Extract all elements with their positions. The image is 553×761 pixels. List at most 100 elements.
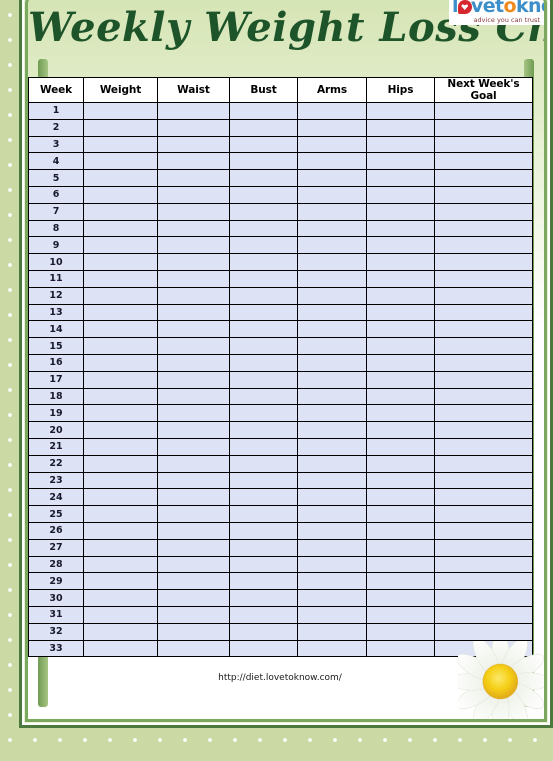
entry-cell-hips[interactable] (366, 538, 435, 557)
entry-cell-waist[interactable] (157, 521, 230, 540)
entry-cell-waist[interactable] (157, 152, 230, 171)
entry-cell-arms[interactable] (297, 135, 367, 154)
entry-cell-waist[interactable] (157, 303, 230, 322)
entry-cell-waist[interactable] (157, 589, 230, 607)
entry-cell-hips[interactable] (366, 219, 435, 238)
entry-cell-weight[interactable] (83, 421, 158, 439)
entry-cell-arms[interactable] (297, 118, 367, 137)
entry-cell-hips[interactable] (366, 202, 435, 221)
entry-cell-weight[interactable] (83, 572, 158, 591)
entry-cell-arms[interactable] (297, 555, 367, 574)
entry-cell-next-week-s-goal[interactable] (434, 253, 533, 271)
entry-cell-weight[interactable] (83, 236, 158, 255)
entry-cell-bust[interactable] (229, 202, 298, 221)
entry-cell-next-week-s-goal[interactable] (434, 169, 533, 187)
entry-cell-arms[interactable] (297, 454, 367, 473)
entry-cell-next-week-s-goal[interactable] (434, 236, 533, 255)
entry-cell-hips[interactable] (366, 303, 435, 322)
entry-cell-next-week-s-goal[interactable] (434, 622, 533, 641)
entry-cell-arms[interactable] (297, 605, 367, 624)
entry-cell-weight[interactable] (83, 387, 158, 406)
entry-cell-bust[interactable] (229, 471, 298, 490)
entry-cell-hips[interactable] (366, 236, 435, 255)
entry-cell-next-week-s-goal[interactable] (434, 370, 533, 389)
entry-cell-arms[interactable] (297, 219, 367, 238)
entry-cell-arms[interactable] (297, 303, 367, 322)
entry-cell-bust[interactable] (229, 589, 298, 607)
entry-cell-hips[interactable] (366, 555, 435, 574)
entry-cell-hips[interactable] (366, 185, 435, 204)
entry-cell-hips[interactable] (366, 404, 435, 423)
entry-cell-weight[interactable] (83, 169, 158, 187)
entry-cell-bust[interactable] (229, 454, 298, 473)
entry-cell-bust[interactable] (229, 135, 298, 154)
entry-cell-arms[interactable] (297, 437, 367, 456)
entry-cell-waist[interactable] (157, 135, 230, 154)
entry-cell-next-week-s-goal[interactable] (434, 387, 533, 406)
entry-cell-hips[interactable] (366, 169, 435, 187)
entry-cell-hips[interactable] (366, 521, 435, 540)
entry-cell-next-week-s-goal[interactable] (434, 589, 533, 607)
entry-cell-hips[interactable] (366, 102, 435, 120)
entry-cell-hips[interactable] (366, 639, 435, 658)
entry-cell-hips[interactable] (366, 337, 435, 355)
entry-cell-waist[interactable] (157, 471, 230, 490)
entry-cell-waist[interactable] (157, 605, 230, 624)
entry-cell-arms[interactable] (297, 589, 367, 607)
entry-cell-hips[interactable] (366, 353, 435, 372)
entry-cell-bust[interactable] (229, 102, 298, 120)
entry-cell-hips[interactable] (366, 387, 435, 406)
entry-cell-arms[interactable] (297, 286, 367, 305)
entry-cell-hips[interactable] (366, 505, 435, 523)
entry-cell-weight[interactable] (83, 286, 158, 305)
entry-cell-next-week-s-goal[interactable] (434, 437, 533, 456)
entry-cell-waist[interactable] (157, 286, 230, 305)
entry-cell-next-week-s-goal[interactable] (434, 337, 533, 355)
entry-cell-next-week-s-goal[interactable] (434, 538, 533, 557)
entry-cell-hips[interactable] (366, 454, 435, 473)
entry-cell-waist[interactable] (157, 236, 230, 255)
entry-cell-bust[interactable] (229, 253, 298, 271)
entry-cell-waist[interactable] (157, 169, 230, 187)
entry-cell-hips[interactable] (366, 253, 435, 271)
entry-cell-bust[interactable] (229, 572, 298, 591)
entry-cell-waist[interactable] (157, 421, 230, 439)
entry-cell-next-week-s-goal[interactable] (434, 118, 533, 137)
entry-cell-waist[interactable] (157, 102, 230, 120)
entry-cell-waist[interactable] (157, 353, 230, 372)
lovetoknow-logo[interactable]: lvetokno advice you can trust (449, 0, 544, 25)
entry-cell-bust[interactable] (229, 353, 298, 372)
entry-cell-bust[interactable] (229, 622, 298, 641)
entry-cell-waist[interactable] (157, 639, 230, 658)
entry-cell-waist[interactable] (157, 185, 230, 204)
entry-cell-arms[interactable] (297, 236, 367, 255)
entry-cell-hips[interactable] (366, 269, 435, 288)
entry-cell-next-week-s-goal[interactable] (434, 404, 533, 423)
entry-cell-weight[interactable] (83, 622, 158, 641)
entry-cell-waist[interactable] (157, 572, 230, 591)
entry-cell-bust[interactable] (229, 236, 298, 255)
entry-cell-arms[interactable] (297, 102, 367, 120)
entry-cell-next-week-s-goal[interactable] (434, 505, 533, 523)
entry-cell-arms[interactable] (297, 337, 367, 355)
entry-cell-hips[interactable] (366, 286, 435, 305)
entry-cell-bust[interactable] (229, 320, 298, 339)
entry-cell-hips[interactable] (366, 622, 435, 641)
entry-cell-arms[interactable] (297, 488, 367, 507)
entry-cell-weight[interactable] (83, 471, 158, 490)
entry-cell-weight[interactable] (83, 253, 158, 271)
entry-cell-arms[interactable] (297, 353, 367, 372)
entry-cell-next-week-s-goal[interactable] (434, 605, 533, 624)
entry-cell-weight[interactable] (83, 505, 158, 523)
entry-cell-bust[interactable] (229, 387, 298, 406)
entry-cell-arms[interactable] (297, 505, 367, 523)
entry-cell-bust[interactable] (229, 421, 298, 439)
entry-cell-waist[interactable] (157, 622, 230, 641)
entry-cell-bust[interactable] (229, 185, 298, 204)
entry-cell-bust[interactable] (229, 219, 298, 238)
entry-cell-arms[interactable] (297, 572, 367, 591)
entry-cell-next-week-s-goal[interactable] (434, 555, 533, 574)
entry-cell-next-week-s-goal[interactable] (434, 185, 533, 204)
entry-cell-arms[interactable] (297, 387, 367, 406)
entry-cell-arms[interactable] (297, 152, 367, 171)
